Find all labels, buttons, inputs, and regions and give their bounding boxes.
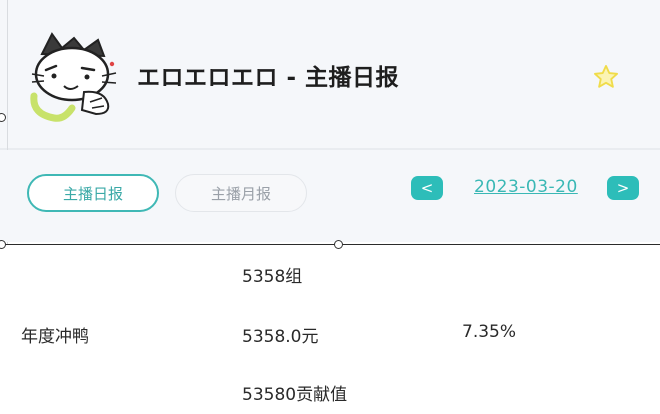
tabs-bar: 主播日报 主播月报 < 2023-03-20 > <box>0 150 660 242</box>
amount-value: 5358.0元 <box>242 327 319 347</box>
report-header: エロエロエロ - 主播日报 <box>0 0 660 150</box>
page-title: エロエロエロ - 主播日报 <box>137 65 400 91</box>
resize-handle-left[interactable] <box>0 240 6 249</box>
resize-handle-middle[interactable] <box>334 240 343 249</box>
tab-daily-report-label: 主播日报 <box>62 184 123 203</box>
chevron-left-icon: < <box>420 179 434 197</box>
row-label: 年度冲鸭 <box>21 327 89 347</box>
selection-guide-horizontal <box>0 244 660 245</box>
date-picker-link[interactable]: 2023-03-20 <box>474 177 578 197</box>
tab-daily-report[interactable]: 主播日报 <box>27 174 159 212</box>
percent-value: 7.35% <box>462 322 517 342</box>
cartoon-cat-avatar-icon <box>30 32 117 122</box>
tab-monthly-report[interactable]: 主播月报 <box>175 174 307 212</box>
next-date-button[interactable]: > <box>607 176 639 200</box>
contribution-value: 53580贡献值 <box>242 385 348 405</box>
previous-date-button[interactable]: < <box>411 176 443 200</box>
chevron-right-icon: > <box>616 179 630 197</box>
groups-value: 5358组 <box>242 267 303 287</box>
tab-monthly-report-label: 主播月报 <box>210 184 271 203</box>
star-icon[interactable] <box>592 63 620 91</box>
